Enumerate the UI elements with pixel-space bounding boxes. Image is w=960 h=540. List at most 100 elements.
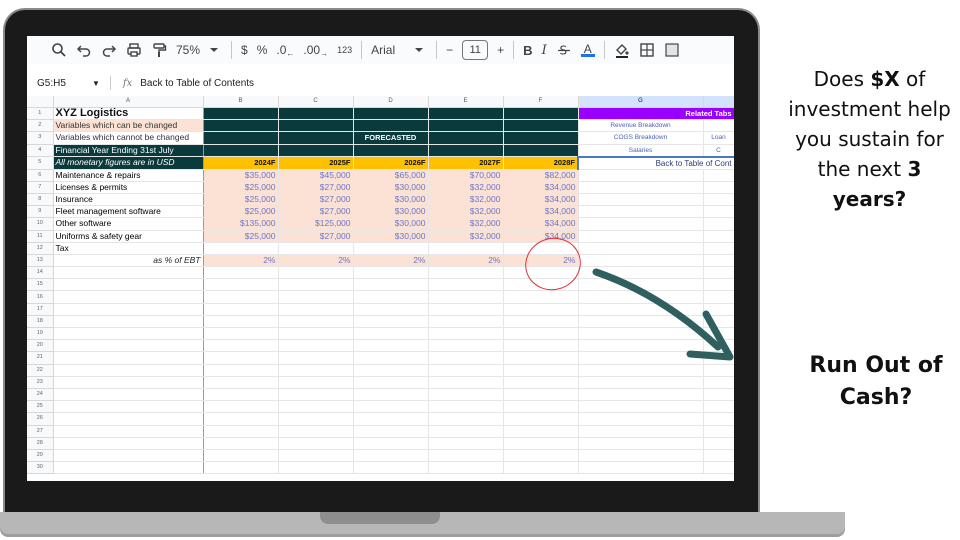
row-header[interactable]: 23: [27, 376, 54, 389]
column-header[interactable]: B: [203, 96, 279, 108]
value-cell[interactable]: $135,000: [203, 217, 279, 231]
empty-cell[interactable]: [578, 193, 704, 207]
decrease-decimals-button[interactable]: .0 ←: [276, 39, 294, 61]
undo-icon[interactable]: [76, 39, 92, 61]
value-cell[interactable]: $30,000: [353, 181, 429, 194]
line-item-label[interactable]: Fleet management software: [53, 205, 204, 219]
link-loan[interactable]: Loan: [703, 131, 734, 145]
column-header[interactable]: F: [503, 96, 579, 108]
empty-cell[interactable]: [578, 169, 704, 182]
empty-cell[interactable]: [703, 230, 734, 243]
row-header[interactable]: 3: [27, 131, 54, 145]
value-cell[interactable]: $25,000: [203, 181, 279, 194]
value-cell[interactable]: $27,000: [278, 181, 354, 194]
forecast-header-cell[interactable]: [278, 131, 354, 145]
row-header[interactable]: 19: [27, 327, 54, 341]
value-cell[interactable]: $30,000: [353, 217, 429, 231]
chevron-down-icon[interactable]: [206, 39, 222, 61]
forecast-header-cell[interactable]: [353, 144, 429, 158]
empty-cell[interactable]: [703, 193, 734, 207]
empty-cell[interactable]: [53, 364, 204, 377]
value-cell[interactable]: $30,000: [353, 230, 429, 243]
usd-note[interactable]: All monetary figures are in USD: [53, 156, 204, 170]
tax-pct-cell[interactable]: 2%: [203, 254, 279, 268]
value-cell[interactable]: $30,000: [353, 205, 429, 219]
line-item-label[interactable]: Other software: [53, 217, 204, 231]
forecast-header-cell[interactable]: [428, 107, 504, 121]
column-header[interactable]: C: [278, 96, 354, 108]
value-cell[interactable]: $32,000: [428, 205, 504, 219]
empty-cell[interactable]: [53, 351, 204, 365]
forecast-header-cell[interactable]: [353, 119, 429, 133]
paint-format-icon[interactable]: [151, 39, 167, 61]
value-cell[interactable]: $34,000: [503, 217, 579, 231]
row-header[interactable]: 10: [27, 217, 54, 231]
row-header[interactable]: 22: [27, 364, 54, 377]
forecast-header-cell[interactable]: [353, 107, 429, 121]
value-cell[interactable]: $70,000: [428, 169, 504, 182]
forecast-header-cell[interactable]: [503, 144, 579, 158]
year-header[interactable]: 2026F: [353, 156, 429, 170]
fy-label[interactable]: Financial Year Ending 31st July: [53, 144, 204, 158]
tax-pct-cell[interactable]: 2%: [278, 254, 354, 268]
value-cell[interactable]: $65,000: [353, 169, 429, 182]
forecast-header-cell[interactable]: [428, 144, 504, 158]
column-header[interactable]: D: [353, 96, 429, 108]
value-cell[interactable]: $35,000: [203, 169, 279, 182]
forecast-header-cell[interactable]: [428, 131, 504, 145]
bold-button[interactable]: B: [523, 39, 532, 61]
row-header[interactable]: 9: [27, 205, 54, 219]
row-header[interactable]: 20: [27, 339, 54, 353]
forecast-header-cell[interactable]: [203, 131, 279, 145]
print-icon[interactable]: [126, 39, 142, 61]
value-cell[interactable]: $34,000: [503, 193, 579, 207]
value-cell[interactable]: $25,000: [203, 230, 279, 243]
forecast-header-cell[interactable]: [203, 144, 279, 158]
value-cell[interactable]: $27,000: [278, 205, 354, 219]
font-size-input[interactable]: 11: [462, 40, 489, 60]
empty-cell[interactable]: [53, 461, 204, 475]
empty-cell[interactable]: [578, 181, 704, 194]
redo-icon[interactable]: [101, 39, 117, 61]
search-icon[interactable]: [51, 39, 67, 61]
forecast-header-cell[interactable]: [503, 119, 579, 133]
empty-cell[interactable]: [53, 437, 204, 450]
zoom-select[interactable]: 75%: [176, 43, 200, 57]
line-item-label[interactable]: Insurance: [53, 193, 204, 207]
value-cell[interactable]: $32,000: [428, 230, 504, 243]
related-tab-cell[interactable]: [703, 119, 734, 133]
back-to-toc-button[interactable]: Back to Table of Cont: [577, 155, 734, 170]
value-cell[interactable]: $32,000: [428, 217, 504, 231]
line-item-label[interactable]: Uniforms & safety gear: [53, 230, 204, 243]
value-cell[interactable]: $32,000: [428, 193, 504, 207]
year-header[interactable]: 2024F: [203, 156, 279, 170]
row-header[interactable]: 18: [27, 315, 54, 329]
tax-pct-cell[interactable]: 2%: [353, 254, 429, 268]
row-header[interactable]: 21: [27, 351, 54, 365]
select-all-corner[interactable]: [27, 96, 54, 108]
link-c[interactable]: C: [703, 144, 734, 158]
link-salaries[interactable]: Salaries: [578, 144, 704, 158]
line-item-label[interactable]: Licenses & permits: [53, 181, 204, 194]
forecast-header-cell[interactable]: [428, 119, 504, 133]
line-item-label[interactable]: Maintenance & repairs: [53, 169, 204, 182]
borders-icon[interactable]: [639, 39, 655, 61]
name-box[interactable]: G5:H5: [27, 78, 92, 89]
row-header[interactable]: 28: [27, 437, 54, 450]
value-cell[interactable]: $27,000: [278, 193, 354, 207]
forecast-header-cell[interactable]: [278, 119, 354, 133]
italic-button[interactable]: I: [542, 39, 547, 61]
empty-cell[interactable]: [53, 315, 204, 329]
row-header[interactable]: 6: [27, 169, 54, 182]
empty-cell[interactable]: [53, 449, 204, 463]
value-cell[interactable]: $27,000: [278, 230, 354, 243]
empty-cell[interactable]: [578, 230, 704, 243]
empty-cell[interactable]: [53, 425, 204, 438]
font-size-increase-button[interactable]: +: [497, 39, 504, 61]
forecast-header-cell[interactable]: [503, 131, 579, 145]
empty-cell[interactable]: [53, 376, 204, 389]
empty-cell[interactable]: [53, 278, 204, 292]
currency-format-button[interactable]: $: [241, 39, 248, 61]
increase-decimals-button[interactable]: .00 →: [303, 39, 328, 61]
empty-cell[interactable]: [278, 242, 354, 255]
